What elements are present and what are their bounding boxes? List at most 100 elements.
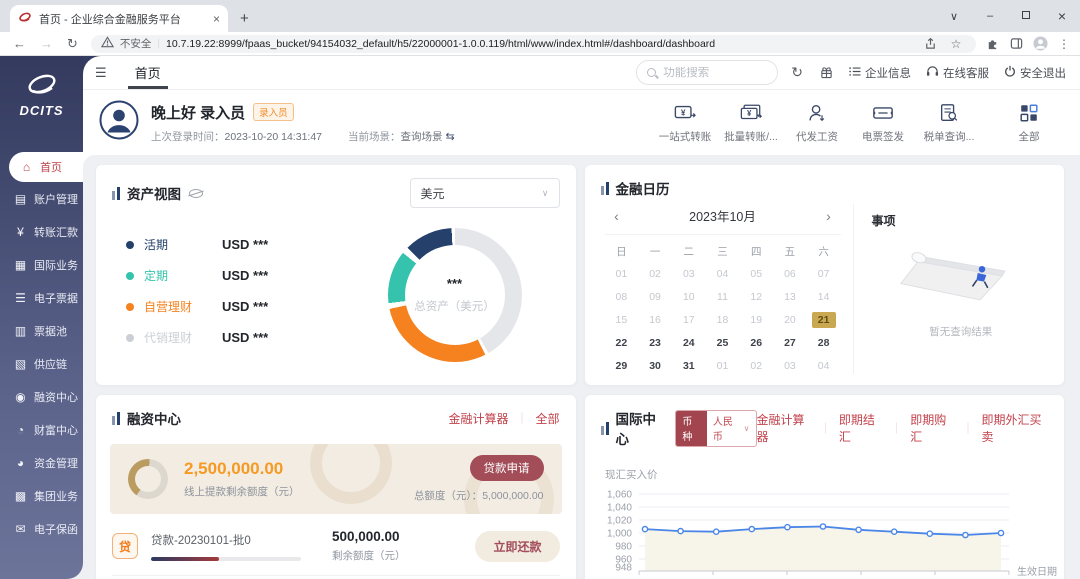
sidebar-item-融资中心[interactable]: ◉融资中心: [0, 380, 83, 413]
calendar-day[interactable]: 19: [739, 312, 773, 328]
calendar-day[interactable]: 10: [672, 289, 706, 305]
financing-link-全部[interactable]: 全部: [535, 410, 559, 427]
sidebar-item-账户管理[interactable]: ▤账户管理: [0, 182, 83, 215]
calendar-day[interactable]: 14: [807, 289, 841, 305]
topbar-link-在线客服[interactable]: 在线客服: [926, 65, 989, 81]
last-login: 上次登录时间：2023-10-20 14:31:47: [151, 129, 322, 144]
calendar-day[interactable]: 22: [605, 335, 639, 351]
calendar-prev-icon[interactable]: ‹: [609, 208, 625, 224]
scene-swap-icon[interactable]: ⇆: [446, 131, 455, 143]
remaining-quota-amount: 2,500,000.00: [184, 459, 300, 479]
browser-menu-icon[interactable]: ⋮: [1054, 34, 1074, 54]
window-minimize-button[interactable]: –: [972, 10, 1008, 22]
side-panel-icon[interactable]: [1006, 34, 1026, 54]
calendar-day[interactable]: 26: [739, 335, 773, 351]
calendar-day[interactable]: 11: [706, 289, 740, 305]
intl-link-金融计算器[interactable]: 金融计算器: [757, 411, 812, 445]
sidebar-item-label: 电子票据: [34, 290, 78, 306]
calendar-day[interactable]: 08: [605, 289, 639, 305]
sidebar-item-电子保函[interactable]: ✉电子保函: [0, 512, 83, 545]
refresh-icon[interactable]: ↻: [791, 64, 803, 81]
eye-off-icon[interactable]: [189, 189, 203, 198]
profile-avatar-icon[interactable]: [1030, 34, 1050, 54]
calendar-day[interactable]: 03: [672, 266, 706, 282]
tab-home[interactable]: 首页: [135, 56, 161, 89]
quick-action-一站式转账[interactable]: ¥一站式转账: [654, 101, 716, 144]
search-input[interactable]: [663, 67, 767, 79]
topbar-link-安全退出[interactable]: 安全退出: [1004, 65, 1066, 81]
calendar-day[interactable]: 15: [605, 312, 639, 328]
browser-tab[interactable]: 首页 - 企业综合金融服务平台 ×: [10, 5, 228, 32]
calendar-day[interactable]: 02: [638, 266, 672, 282]
calendar-day[interactable]: 25: [706, 335, 740, 351]
sidebar-item-国际业务[interactable]: ▦国际业务: [0, 248, 83, 281]
currency-type-select[interactable]: 币种 人民币∨: [675, 410, 756, 447]
share-icon[interactable]: [920, 34, 940, 54]
forward-icon[interactable]: →: [40, 36, 53, 51]
sidebar-item-转账汇款[interactable]: ¥转账汇款: [0, 215, 83, 248]
calendar-day[interactable]: 20: [773, 312, 807, 328]
extensions-puzzle-icon[interactable]: [982, 34, 1002, 54]
calendar-day[interactable]: 13: [773, 289, 807, 305]
calendar-day[interactable]: 04: [706, 266, 740, 282]
tab-close-icon[interactable]: ×: [213, 12, 220, 26]
calendar-day[interactable]: 16: [638, 312, 672, 328]
calendar-day[interactable]: 03: [773, 358, 807, 374]
calendar-day[interactable]: 30: [638, 358, 672, 374]
intl-link-即期结汇[interactable]: 即期结汇: [839, 411, 883, 445]
topbar-link-企业信息[interactable]: 企业信息: [849, 65, 911, 81]
new-tab-button[interactable]: +: [240, 10, 249, 27]
loan-name: 贷款-20230101-批0: [151, 532, 319, 548]
calendar-day[interactable]: 23: [638, 335, 672, 351]
sidebar-item-首页[interactable]: ⌂首页: [9, 152, 83, 182]
sidebar-item-资金管理[interactable]: ◕资金管理: [0, 446, 83, 479]
url-bar[interactable]: 不安全 | 10.7.19.22:8999/fpaas_bucket/94154…: [91, 35, 976, 53]
function-search[interactable]: [636, 60, 778, 85]
calendar-day[interactable]: 01: [706, 358, 740, 374]
quick-action-代发工资[interactable]: 代发工资: [786, 101, 848, 144]
intl-link-即期购汇[interactable]: 即期购汇: [910, 411, 954, 445]
reload-icon[interactable]: ↻: [67, 36, 78, 52]
repay-now-button[interactable]: 立即还款: [475, 531, 559, 562]
calendar-day[interactable]: 28: [807, 335, 841, 351]
sidebar-item-集团业务[interactable]: ▩集团业务: [0, 479, 83, 512]
calendar-day[interactable]: 02: [739, 358, 773, 374]
quick-action-全部[interactable]: 全部: [998, 101, 1060, 144]
tab-search-chevron-icon[interactable]: ∨: [936, 10, 972, 23]
window-close-button[interactable]: ×: [1044, 8, 1080, 24]
sidebar-item-财富中心[interactable]: ◔财富中心: [0, 413, 83, 446]
calendar: ‹ 2023年10月 › 日一二三四五六01020304050607080910…: [585, 200, 853, 374]
sidebar-item-电子票据[interactable]: ☰电子票据: [0, 281, 83, 314]
calendar-day-today[interactable]: 21: [812, 312, 836, 328]
collapse-menu-icon[interactable]: ☰: [95, 65, 107, 81]
calendar-day[interactable]: 24: [672, 335, 706, 351]
intl-link-即期外汇买卖[interactable]: 即期外汇买卖: [982, 411, 1048, 445]
calendar-day[interactable]: 04: [807, 358, 841, 374]
calendar-day[interactable]: 29: [605, 358, 639, 374]
calendar-day[interactable]: 27: [773, 335, 807, 351]
loan-apply-button[interactable]: 贷款申请: [470, 455, 544, 481]
gift-icon[interactable]: [816, 63, 836, 83]
sidebar-item-icon: ▦: [13, 258, 28, 272]
calendar-day[interactable]: 06: [773, 266, 807, 282]
quick-action-税单查询...[interactable]: 税单查询...: [918, 101, 980, 144]
calendar-next-icon[interactable]: ›: [821, 208, 837, 224]
calendar-day[interactable]: 01: [605, 266, 639, 282]
sidebar-item-供应链[interactable]: ▧供应链: [0, 347, 83, 380]
sidebar-item-票据池[interactable]: ▥票据池: [0, 314, 83, 347]
bookmark-star-icon[interactable]: ☆: [946, 34, 966, 54]
quick-action-电票签发[interactable]: 电票签发: [852, 101, 914, 144]
calendar-day[interactable]: 17: [672, 312, 706, 328]
financing-link-金融计算器[interactable]: 金融计算器: [448, 410, 508, 427]
calendar-day[interactable]: 07: [807, 266, 841, 282]
window-maximize-button[interactable]: [1008, 10, 1044, 22]
quick-action-批量转账/...[interactable]: ¥批量转账/...: [720, 101, 782, 144]
back-icon[interactable]: ←: [13, 36, 26, 51]
calendar-day[interactable]: 09: [638, 289, 672, 305]
currency-select[interactable]: 美元 ∨: [410, 178, 560, 208]
calendar-day[interactable]: 05: [739, 266, 773, 282]
calendar-day[interactable]: 18: [706, 312, 740, 328]
svg-text:¥: ¥: [681, 108, 686, 117]
calendar-day[interactable]: 31: [672, 358, 706, 374]
calendar-day[interactable]: 12: [739, 289, 773, 305]
